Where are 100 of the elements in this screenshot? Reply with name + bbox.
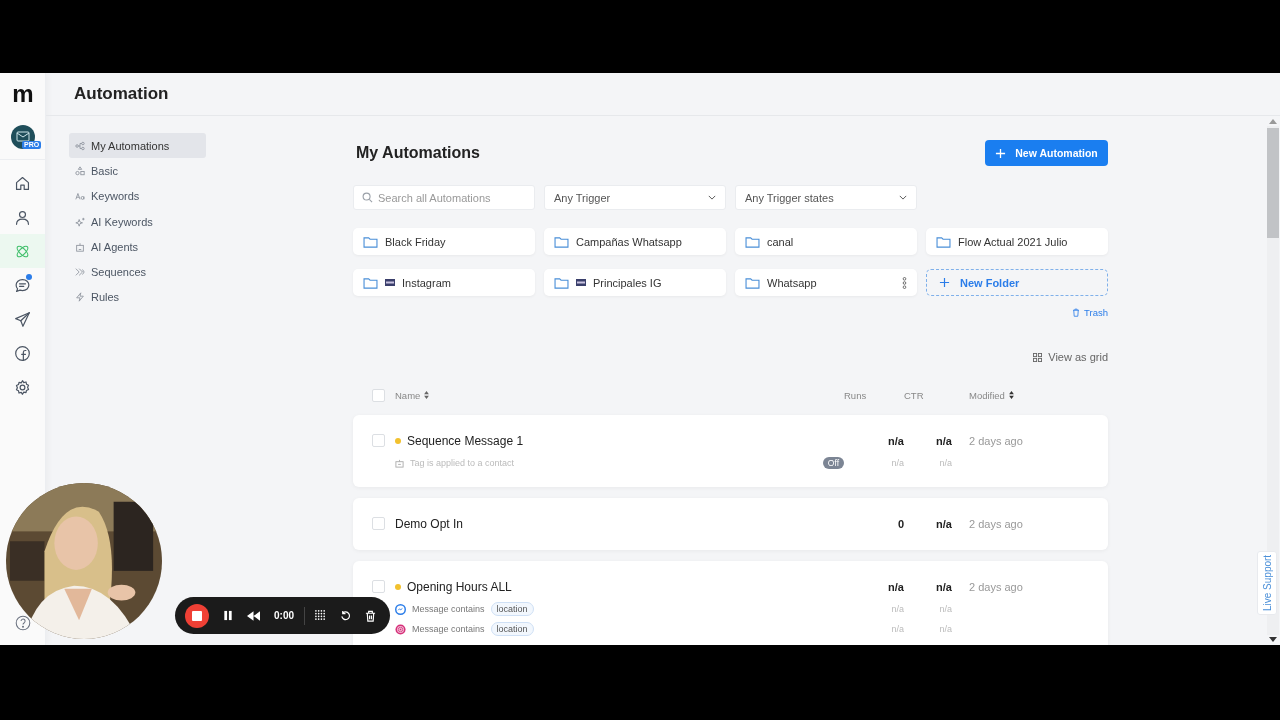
scroll-down-icon[interactable] (1269, 637, 1277, 642)
keyword-tag: location (490, 622, 534, 636)
folder-card[interactable]: canal (735, 228, 917, 255)
table-cell-text: n/a (890, 604, 904, 614)
scrollbar-thumb[interactable] (1267, 128, 1279, 238)
robot-icon (75, 241, 85, 252)
folder-icon (745, 235, 760, 248)
status-pill: Off (822, 457, 844, 469)
folder-card[interactable]: Flow Actual 2021 Julio (926, 228, 1108, 255)
folder-icon (363, 276, 378, 289)
table-cell-text: n/a (935, 580, 952, 593)
undo-icon[interactable] (340, 610, 351, 621)
page-header-title: Automation (74, 84, 169, 104)
folder-icon (554, 276, 569, 289)
grid-icon (1033, 352, 1043, 362)
help-icon[interactable] (14, 615, 31, 631)
trigger-state-dropdown[interactable]: Any Trigger states (735, 185, 917, 210)
section-title: My Automations (355, 144, 480, 162)
messenger-icon (395, 603, 406, 615)
table-cell-text: n/a (890, 458, 904, 468)
scroll-up-icon[interactable] (1269, 119, 1277, 124)
search-icon (362, 192, 373, 203)
trigger-text: Message contains (412, 604, 485, 614)
chat-icon (14, 276, 31, 294)
automation-row[interactable]: Demo Opt In 0 n/a 2 days ago (353, 498, 1108, 550)
shapes-icon (75, 165, 85, 176)
table-cell-text: 0 (896, 517, 904, 530)
pause-icon[interactable] (223, 610, 233, 621)
plus-icon (939, 277, 950, 288)
sort-icon (424, 391, 430, 399)
table-cell-text: 2 days ago (968, 580, 1024, 593)
sidebar-item[interactable]: Sequences (69, 259, 206, 285)
keyword-tag: location (490, 602, 534, 616)
recording-time: 0:00 (274, 610, 294, 621)
folder-icon (363, 235, 378, 248)
table-cell-text: n/a (938, 624, 952, 634)
view-as-grid-button[interactable]: View as grid (1033, 351, 1108, 363)
sparkle-icon (75, 216, 85, 227)
live-support-tab[interactable]: Live Support (1257, 551, 1277, 615)
instagram-icon (395, 623, 406, 635)
sidebar-item[interactable]: Basic (69, 158, 206, 184)
row-checkbox[interactable] (372, 580, 385, 593)
automation-row[interactable]: Opening Hours ALL n/a n/a 2 days ago Message contains location n/a n/a Message contains location n/a n/a (353, 561, 1108, 645)
table-cell-text: n/a (890, 624, 904, 634)
more-icon[interactable] (902, 276, 907, 289)
rewind-icon[interactable] (247, 610, 260, 621)
grid-icon[interactable] (315, 610, 326, 621)
select-all-checkbox[interactable] (372, 388, 385, 402)
table-cell-text: n/a (887, 434, 904, 447)
letters-icon (75, 191, 85, 202)
flow-icon (75, 140, 85, 151)
table-cell-text: n/a (935, 517, 952, 530)
chevron-down-icon (899, 195, 907, 200)
chevrons-icon (75, 267, 85, 278)
user-icon (14, 208, 31, 226)
automation-name: Opening Hours ALL (407, 579, 512, 594)
new-folder-button[interactable]: New Folder (926, 269, 1108, 296)
trash-icon[interactable] (365, 609, 376, 622)
automation-name: Demo Opt In (395, 516, 464, 531)
tag-icon (395, 458, 404, 468)
folder-card[interactable]: Whatsapp (735, 269, 917, 296)
trigger-text: Message contains (412, 624, 485, 634)
table-cell-text: 2 days ago (968, 434, 1024, 447)
stop-button[interactable] (185, 603, 209, 628)
automation-row[interactable]: Sequence Message 1 n/a n/a 2 days ago Tag is applied to a contact Off n/a n/a (353, 415, 1108, 487)
search-field[interactable]: Search all Automations (353, 185, 535, 210)
sidebar-item[interactable]: Keywords (69, 183, 206, 209)
sidebar-item[interactable]: AI Agents (69, 234, 206, 260)
sidebar-item[interactable]: Rules (69, 284, 206, 311)
chevron-down-icon (708, 195, 716, 200)
settings-icon (14, 378, 31, 396)
facebook-icon (14, 344, 31, 362)
bolt-icon (75, 292, 85, 303)
folder-card[interactable]: Instagram (353, 269, 535, 296)
folder-icon (554, 235, 569, 248)
table-cell-text: n/a (938, 458, 952, 468)
new-automation-button[interactable]: New Automation (985, 140, 1108, 166)
trigger-text: Tag is applied to a contact (410, 458, 515, 468)
folder-card[interactable]: Principales IG (544, 269, 726, 296)
row-checkbox[interactable] (372, 517, 385, 530)
sidebar-item[interactable]: AI Keywords (69, 208, 206, 235)
plus-icon (995, 147, 1007, 159)
home-icon (14, 174, 31, 192)
folder-icon (936, 235, 951, 248)
trash-link[interactable]: Trash (1072, 307, 1108, 318)
folder-card[interactable]: Campañas Whatsapp (544, 228, 726, 255)
sidebar-item[interactable]: My Automations (69, 133, 206, 159)
row-checkbox[interactable] (372, 434, 385, 447)
sort-icon (1008, 391, 1014, 399)
folder-icon (745, 276, 760, 289)
table-cell-text: 2 days ago (968, 517, 1024, 530)
table-cell-text: n/a (887, 580, 904, 593)
trigger-dropdown[interactable]: Any Trigger (544, 185, 726, 210)
logo[interactable]: m (12, 73, 33, 115)
automation-name: Sequence Message 1 (407, 433, 524, 448)
table-cell-text: n/a (935, 434, 952, 447)
column-header: Runs (844, 389, 868, 401)
folder-card[interactable]: Black Friday (353, 228, 535, 255)
table-cell-text: n/a (938, 604, 952, 614)
trash-icon (1072, 308, 1081, 317)
